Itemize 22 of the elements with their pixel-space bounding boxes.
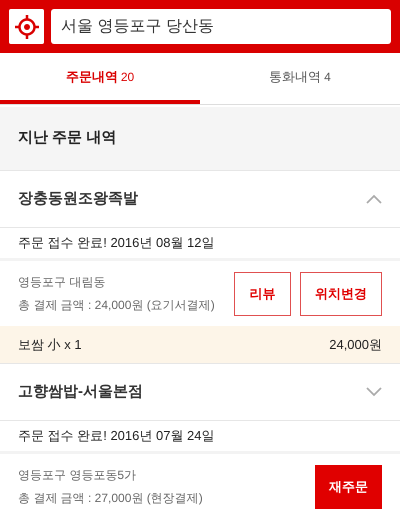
order-header[interactable]: 장충동원조왕족발 [0, 171, 400, 228]
order-status: 주문 접수 완료! 2016년 08월 12일 [18, 234, 215, 252]
target-icon [14, 14, 38, 38]
payment-total: 총 결제 금액 : 27,000원 (현장결제) [18, 490, 203, 507]
location-button[interactable] [9, 9, 44, 44]
chevron-down-icon[interactable] [366, 387, 382, 397]
search-field[interactable]: 서울 영등포구 당산동 [51, 9, 391, 44]
delivery-address: 영등포구 대림동 [18, 274, 106, 291]
payment-total: 총 결제 금액 : 24,000원 (요기서결제) [18, 297, 215, 314]
reorder-button[interactable]: 재주문 [315, 464, 382, 508]
order-header[interactable]: 고향쌈밥-서울본점 [0, 364, 400, 421]
item-price: 24,000원 [329, 336, 382, 354]
order-action-button[interactable]: 리뷰 [234, 272, 291, 316]
order-status: 주문 접수 완료! 2016년 07월 24일 [18, 427, 215, 446]
store-name: 고향쌈밥-서울본점 [18, 382, 143, 402]
chevron-up-icon[interactable] [366, 194, 382, 204]
order-action-button[interactable]: 위치변경 [300, 272, 382, 316]
delivery-address: 영등포구 영등포동5가 [18, 467, 138, 484]
item-name: 보쌈 小 x 1 [18, 336, 82, 354]
store-name: 장충동원조왕족발 [18, 188, 138, 209]
section-title: 지난 주문 내역 [18, 128, 116, 148]
tab[interactable]: 통화내역 4 [200, 53, 400, 104]
